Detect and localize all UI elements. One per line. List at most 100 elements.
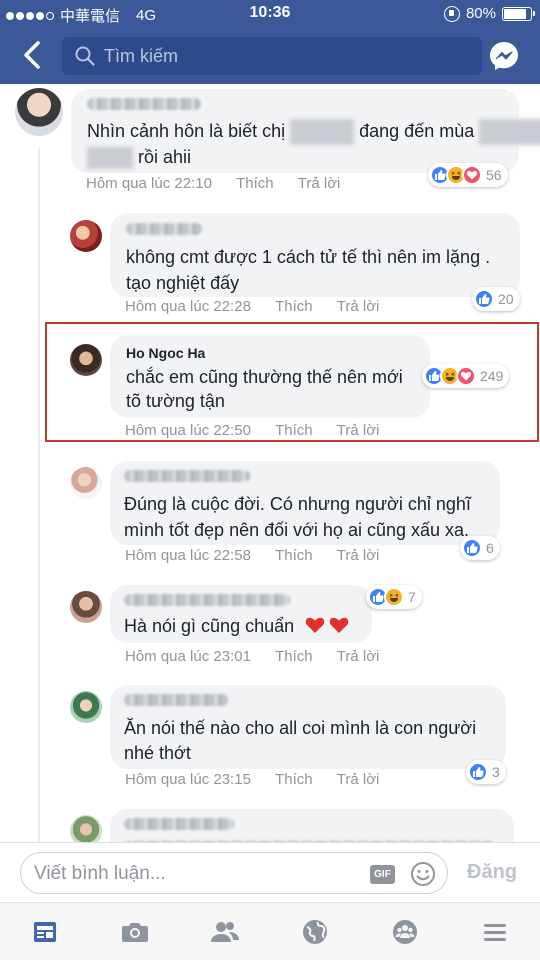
comment-text-line2: tạo nghiệt đấy [126, 273, 240, 293]
search-placeholder: Tìm kiếm [104, 45, 178, 66]
tab-notifications[interactable] [298, 915, 332, 949]
comment-text: Nhìn cảnh hôn là biết chị đang đến mùa [87, 119, 540, 146]
back-button[interactable] [18, 38, 48, 72]
comment-time: Hôm qua lúc 22:10 [86, 175, 212, 192]
avatar[interactable] [70, 591, 102, 623]
reply-link[interactable]: Trả lời [298, 175, 341, 192]
gif-button[interactable]: GIF [370, 865, 395, 884]
comment-bubble: Nhìn cảnh hôn là biết chị đang đến mùa r… [71, 89, 540, 173]
author-name[interactable] [126, 223, 202, 235]
comment-item: Đúng là cuộc đời. Có nhưng người chỉ ngh… [0, 454, 540, 574]
comment-time: Hôm qua lúc 22:28 [125, 298, 251, 315]
messenger-icon [490, 42, 518, 70]
search-icon [75, 46, 95, 66]
reactions-summary[interactable]: 20 [472, 287, 520, 311]
comment-bubble: Ăn nói thế nào cho all coi mình là con n… [110, 685, 506, 769]
post-button[interactable]: Đăng [467, 861, 517, 884]
comment-bubble: Đúng là cuộc đời. Có nhưng người chỉ ngh… [110, 461, 500, 545]
comment-meta: Hôm qua lúc 22:58 Thích Trả lời [125, 547, 379, 564]
author-name[interactable] [124, 694, 228, 706]
tab-groups[interactable] [388, 915, 422, 949]
comment-bubble: Ho Ngoc Ha chắc em cũng thường thế nên m… [110, 335, 430, 418]
like-link[interactable]: Thích [236, 175, 274, 192]
messenger-button[interactable] [487, 39, 521, 73]
comment-text-line2: nhé thớt [124, 743, 191, 763]
reactions-summary[interactable]: 249 [422, 364, 510, 388]
comment-item: Nhìn cảnh hôn là biết chị đang đến mùa r… [0, 84, 540, 204]
status-bar: 中華電信 4G 10:36 80% [0, 0, 540, 28]
comment-input[interactable]: Viết bình luận... GIF [20, 852, 448, 894]
like-link[interactable]: Thích [275, 298, 313, 315]
comment-bubble: không cmt được 1 cách tử tế thì nên im l… [110, 213, 520, 297]
reaction-count: 249 [480, 368, 504, 384]
heart-emoji-icon [305, 614, 349, 640]
comments-feed[interactable]: Nhìn cảnh hôn là biết chị đang đến mùa r… [0, 84, 540, 842]
comment-time: Hôm qua lúc 22:50 [125, 422, 251, 439]
comment-item: Hà nói gì cũng chuẩn Hôm qua lúc 23:01 T… [0, 578, 540, 678]
comment-text-line2: tõ tường tận [126, 391, 225, 411]
author-name[interactable] [124, 470, 250, 482]
friends-icon [211, 922, 239, 942]
comment-meta: Hôm qua lúc 22:10 Thích Trả lời [86, 175, 340, 192]
tab-bar [0, 902, 540, 960]
author-name[interactable]: Ho Ngoc Ha [126, 345, 205, 361]
groups-icon [393, 920, 417, 944]
like-link[interactable]: Thích [275, 771, 313, 788]
reply-link[interactable]: Trả lời [337, 648, 380, 665]
comment-text: không cmt được 1 cách tử tế thì nên im l… [126, 247, 491, 267]
nav-bar: Tìm kiếm [0, 28, 540, 84]
search-input[interactable]: Tìm kiếm [62, 37, 482, 75]
comment-text: Ăn nói thế nào cho all coi mình là con n… [124, 718, 477, 738]
love-icon [456, 366, 476, 386]
reply-link[interactable]: Trả lời [337, 547, 380, 564]
emoji-button[interactable] [410, 861, 436, 887]
tab-camera[interactable] [118, 915, 152, 949]
avatar[interactable] [15, 88, 63, 136]
like-link[interactable]: Thích [275, 648, 313, 665]
tab-friends[interactable] [208, 915, 242, 949]
reply-link[interactable]: Trả lời [337, 771, 380, 788]
camera-icon [122, 923, 148, 942]
comment-text-line2: rồi ahii [87, 145, 191, 170]
author-name[interactable] [87, 98, 201, 110]
comment-input-placeholder: Viết bình luận... [34, 863, 166, 884]
reactions-summary[interactable]: 3 [466, 760, 506, 784]
chevron-left-icon [24, 41, 40, 69]
reactions-summary[interactable]: 56 [428, 163, 508, 187]
battery-percent: 80% [465, 5, 496, 22]
love-icon [462, 165, 482, 185]
battery-icon [502, 6, 535, 21]
tab-menu[interactable] [478, 915, 512, 949]
reply-link[interactable]: Trả lời [337, 298, 380, 315]
reaction-count: 20 [498, 291, 514, 307]
news-feed-icon [34, 922, 56, 942]
reply-link[interactable]: Trả lời [337, 422, 380, 439]
redacted-text [87, 147, 133, 170]
comment-text: chắc em cũng thường thế nên mới [126, 367, 403, 387]
avatar[interactable] [70, 220, 102, 252]
comment-item: không cmt được 1 cách tử tế thì nên im l… [0, 204, 540, 324]
comment-composer: Viết bình luận... GIF Đăng [0, 842, 540, 902]
like-link[interactable]: Thích [275, 422, 313, 439]
avatar[interactable] [70, 815, 102, 842]
avatar[interactable] [70, 344, 102, 376]
comment-text: Hà nói gì cũng chuẩn [124, 614, 349, 640]
globe-icon [303, 920, 327, 944]
smiley-icon [411, 862, 435, 886]
tab-news-feed[interactable] [28, 915, 62, 949]
reaction-count: 3 [492, 764, 500, 780]
like-link[interactable]: Thích [275, 547, 313, 564]
author-name[interactable] [124, 594, 290, 606]
reactions-summary[interactable]: 6 [460, 536, 500, 560]
comment-item [0, 802, 540, 842]
comment-time: Hôm qua lúc 23:15 [125, 771, 251, 788]
comment-time: Hôm qua lúc 22:58 [125, 547, 251, 564]
orientation-lock-icon [443, 5, 460, 22]
comment-text: Đúng là cuộc đời. Có nhưng người chỉ ngh… [124, 494, 471, 514]
author-name[interactable] [124, 818, 234, 830]
avatar[interactable] [70, 467, 102, 499]
reactions-summary[interactable]: 7 [366, 585, 422, 609]
redacted-text [479, 119, 540, 146]
comment-bubble [110, 809, 514, 842]
avatar[interactable] [70, 691, 102, 723]
